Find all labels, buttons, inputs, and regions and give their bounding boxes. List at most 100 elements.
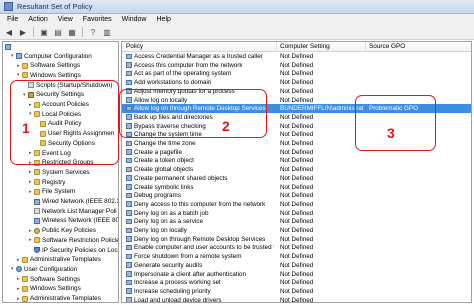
menu-view[interactable]: View: [53, 16, 78, 23]
tree-item[interactable]: Wired Network (IEEE 802.3): [29, 198, 118, 206]
forward-icon[interactable]: ▶: [17, 27, 29, 38]
policy-icon: [126, 244, 132, 251]
policy-icon: [126, 236, 132, 242]
menu-window[interactable]: Window: [117, 16, 152, 23]
tree-item-label: Public Key Policies: [42, 227, 96, 235]
tree-item[interactable]: ▸ Public Key Policies: [29, 227, 96, 235]
table-row[interactable]: Deny log on as a service Not Defined: [122, 217, 471, 226]
tree-item[interactable]: ▾ Windows Settings: [17, 71, 81, 79]
table-row[interactable]: Create a token object Not Defined: [122, 156, 471, 165]
computer-icon: [5, 44, 11, 50]
computer-setting: Not Defined: [280, 70, 314, 78]
table-row[interactable]: Enable computer and user accounts to be …: [122, 243, 471, 252]
tree-item[interactable]: ▸ Software Settings: [17, 62, 80, 70]
table-row[interactable]: Force shutdown from a remote system Not D…: [122, 252, 471, 261]
tree-item[interactable]: ▸ System Services: [29, 168, 90, 176]
toolbar-separator: [33, 27, 34, 37]
policy-icon: [126, 149, 132, 155]
computer-setting: Not Defined: [280, 174, 314, 182]
table-row[interactable]: Create symbolic links Not Defined: [122, 183, 471, 192]
table-row[interactable]: Deny log on as a batch job Not Defined: [122, 209, 471, 218]
policy-icon: [126, 70, 132, 77]
column-header-computer-setting[interactable]: Computer Setting: [280, 43, 330, 50]
folder-icon: [34, 237, 40, 244]
menu-favorites[interactable]: Favorites: [78, 16, 117, 23]
tree-item[interactable]: ▸ Windows Settings: [17, 285, 81, 293]
table-row[interactable]: Create global objects Not Defined: [122, 165, 471, 174]
window-title: Resultant Set of Policy: [17, 2, 93, 11]
table-row[interactable]: Access this computer from the network Not…: [122, 61, 471, 70]
annotation-circle-2: [119, 89, 267, 138]
table-row[interactable]: Increase a process working set Not Define…: [122, 278, 471, 287]
tree-item-label: Wireless Network (IEEE 802: [42, 217, 119, 225]
tree-item-label: Administrative Templates: [30, 295, 101, 302]
table-row[interactable]: Add workstations to domain Not Defined: [122, 78, 471, 87]
computer-setting: Not Defined: [280, 148, 314, 156]
policy-name: Change the time zone: [134, 140, 196, 147]
column-header-source-gpo[interactable]: Source GPO: [369, 43, 405, 50]
show-hide-tree-icon[interactable]: ▤: [52, 27, 64, 38]
list-header: Policy Computer Setting Source GPO: [122, 42, 471, 52]
policy-icon: [126, 79, 132, 86]
tree-item[interactable]: ▸ Software Restriction Policie: [29, 236, 119, 244]
table-row[interactable]: Impersonate a client after authenticatio…: [122, 270, 471, 279]
tree-item-label: Windows Settings: [30, 71, 81, 79]
menu-help[interactable]: Help: [152, 16, 176, 23]
policy-name: Deny log on locally: [134, 227, 187, 234]
tree-item[interactable]: Network List Manager Poli: [29, 207, 117, 215]
table-row[interactable]: Create permanent shared objects Not Defin…: [122, 174, 471, 183]
help-icon[interactable]: ?: [87, 27, 99, 38]
computer-setting: Not Defined: [280, 279, 314, 287]
table-row[interactable]: Access Credential Manager as a trusted c…: [122, 52, 471, 61]
table-row[interactable]: Act as part of the operating system Not D…: [122, 69, 471, 78]
tree-root[interactable]: [5, 43, 13, 51]
table-row[interactable]: Load and unload device drivers Not Define…: [122, 296, 471, 302]
properties-icon[interactable]: ▦: [66, 27, 78, 38]
menu-action[interactable]: Action: [23, 16, 52, 23]
computer-setting: Not Defined: [280, 166, 314, 174]
tree-item[interactable]: Wireless Network (IEEE 802: [29, 217, 119, 225]
tree-item[interactable]: ▸ Software Settings: [17, 275, 80, 283]
policy-name: Impersonate a client after authenticatio…: [134, 270, 247, 278]
tree-item[interactable]: ▾ User Configuration: [11, 265, 77, 273]
table-row[interactable]: Deny access to this computer from the ne…: [122, 200, 471, 209]
tree-item-label: Software Settings: [30, 275, 81, 283]
key-icon: [34, 227, 40, 234]
view-icon[interactable]: ▥: [101, 27, 113, 38]
tree-item[interactable]: ▾ Computer Configuration: [11, 52, 92, 60]
table-row[interactable]: Deny log on locally Not Defined: [122, 226, 471, 235]
app-icon: [4, 2, 13, 11]
policy-icon: [126, 262, 132, 268]
table-row[interactable]: Debug programs Not Defined: [122, 191, 471, 200]
up-folder-icon[interactable]: ▣: [38, 27, 50, 38]
computer-icon: [34, 217, 40, 224]
folder-icon: [34, 169, 40, 176]
table-row[interactable]: Increase scheduling priority Not Defined: [122, 287, 471, 296]
tree-item-label: Software Restriction Policie: [42, 236, 119, 244]
table-row[interactable]: Deny log on through Remote Desktop Servi…: [122, 235, 471, 244]
folder-icon: [22, 276, 28, 283]
policy-icon: [126, 140, 132, 146]
tree-item[interactable]: ▸ Administrative Templates: [17, 256, 101, 264]
back-icon[interactable]: ◀: [3, 27, 15, 38]
folder-icon: [34, 179, 40, 186]
tree-item[interactable]: ▸ Registry: [29, 178, 65, 186]
computer-setting: Not Defined: [280, 79, 314, 87]
menu-bar: File Action View Favorites Window Help: [0, 14, 474, 25]
policy-name: Act as part of the operating system: [134, 70, 232, 78]
folder-icon: [22, 72, 28, 79]
policy-name: Generate security audits: [134, 261, 203, 269]
computer-setting: Not Defined: [280, 244, 314, 252]
computer-setting: Not Defined: [280, 61, 314, 69]
policy-icon: [126, 227, 132, 233]
tree-item[interactable]: ▸ File System: [29, 188, 75, 196]
tree-item[interactable]: ▸ Administrative Templates: [17, 295, 101, 302]
annotation-number-3: 3: [387, 125, 395, 141]
column-divider[interactable]: [365, 42, 366, 52]
menu-file[interactable]: File: [2, 16, 23, 23]
tree-item[interactable]: IP Security Policies on Loca: [29, 246, 118, 254]
column-header-policy[interactable]: Policy: [126, 43, 143, 50]
column-divider[interactable]: [276, 42, 277, 52]
computer-setting: Not Defined: [280, 227, 314, 234]
table-row[interactable]: Generate security audits Not Defined: [122, 261, 471, 270]
